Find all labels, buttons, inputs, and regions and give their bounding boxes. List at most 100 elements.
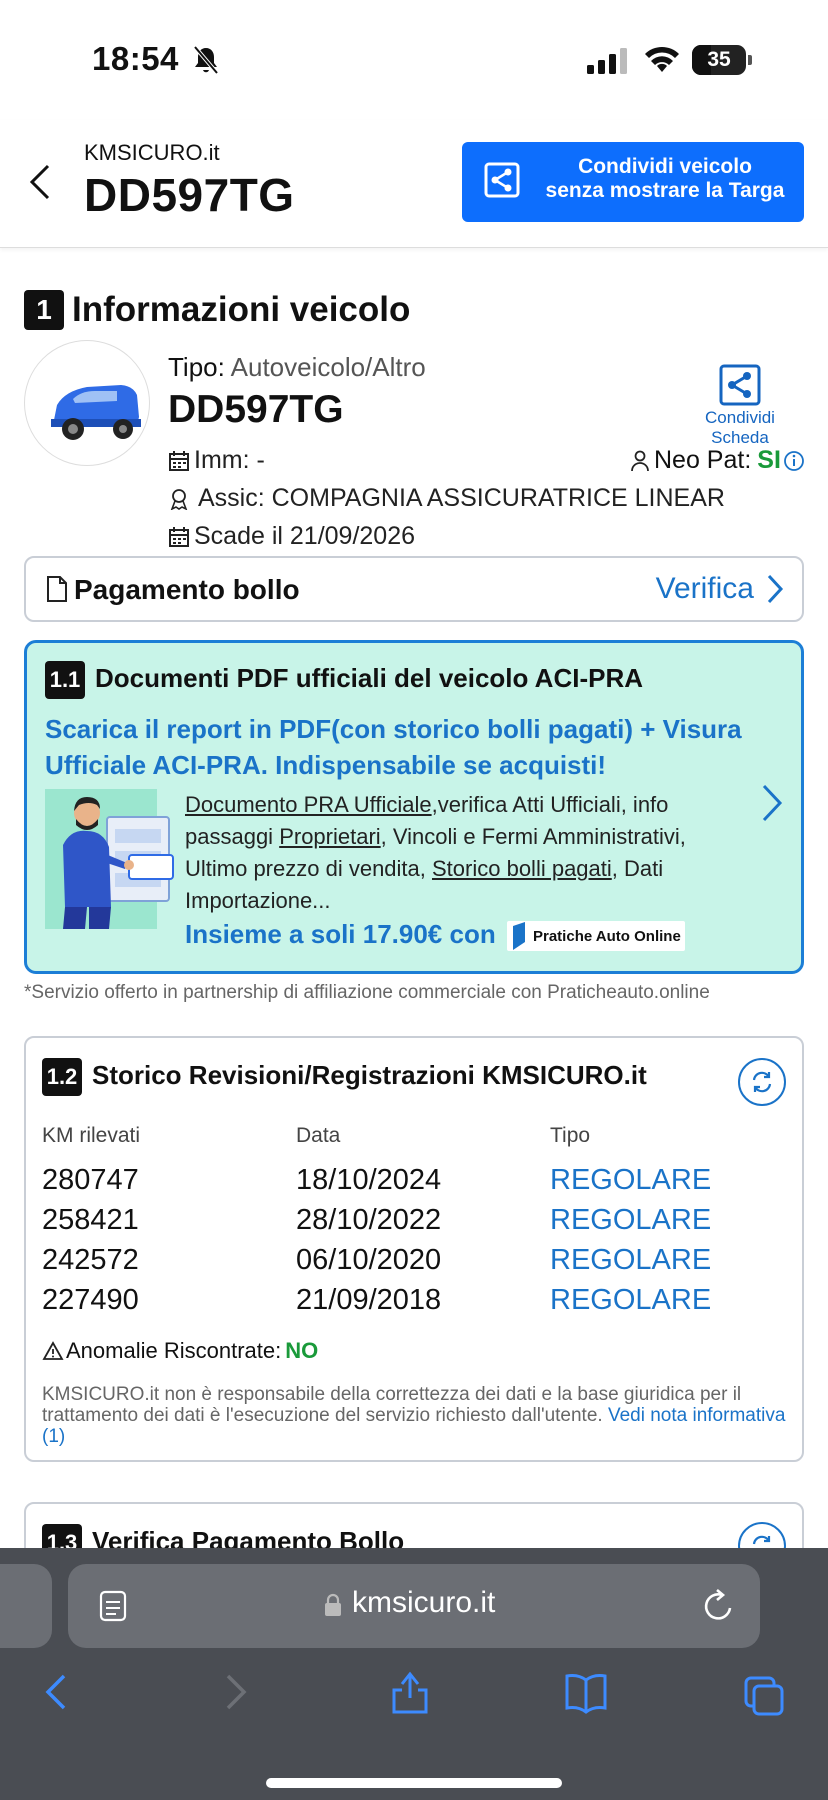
pratiche-auto-logo: Pratiche Auto Online bbox=[507, 921, 685, 951]
bollo-label: Pagamento bollo bbox=[74, 574, 300, 605]
registration-row: Imm: - bbox=[168, 446, 265, 475]
neopat-label: Neo Pat: bbox=[654, 446, 752, 474]
share-vehicle-line1: Condividi veicolo bbox=[578, 155, 752, 178]
refresh-icon bbox=[752, 1071, 772, 1093]
chevron-right-icon[interactable] bbox=[761, 783, 783, 823]
partner-note: *Servizio offerto in partnership di affi… bbox=[24, 982, 710, 1003]
bell-off-icon bbox=[193, 45, 219, 75]
car-icon bbox=[51, 385, 141, 440]
km-cell: 242572 bbox=[42, 1244, 139, 1276]
bollo-payment-row[interactable]: Pagamento bollo Verifica bbox=[24, 556, 804, 622]
registration-text: Imm: - bbox=[194, 446, 265, 474]
car-avatar bbox=[24, 340, 150, 466]
km-cell: 280747 bbox=[42, 1164, 139, 1196]
type-cell: REGOLARE bbox=[550, 1244, 712, 1276]
reload-icon[interactable] bbox=[702, 1588, 736, 1624]
section-title-text: Informazioni veicolo bbox=[72, 290, 411, 329]
pratiche-logo-mark-icon bbox=[513, 922, 525, 950]
section-number-badge: 1.1 bbox=[45, 661, 85, 699]
share-card-button[interactable]: Condividi Scheda bbox=[676, 364, 804, 448]
disclaimer: KMSICURO.it non è responsabile della cor… bbox=[42, 1384, 792, 1447]
warning-icon bbox=[42, 1341, 64, 1360]
verify-link[interactable]: Verifica bbox=[656, 572, 784, 606]
date-cell: 28/10/2022 bbox=[296, 1204, 442, 1236]
calendar-icon bbox=[169, 450, 189, 471]
pdf-price-text: Insieme a soli 17.90€ con bbox=[185, 919, 496, 949]
section-vehicle-info-title: 1 Informazioni veicolo bbox=[24, 290, 410, 330]
forward-icon[interactable] bbox=[212, 1668, 256, 1716]
bollo-history-link[interactable]: Storico bolli pagati bbox=[432, 856, 612, 881]
pra-document-link[interactable]: Documento PRA Ufficiale bbox=[185, 792, 432, 817]
insurance-text: Assic: COMPAGNIA ASSICURATRICE LINEAR bbox=[198, 484, 725, 512]
battery-indicator: 35 bbox=[692, 45, 752, 75]
home-indicator bbox=[266, 1778, 562, 1788]
browser-toolbar: kmsicuro.it bbox=[0, 1548, 828, 1800]
revision-history-card: 1.2 Storico Revisioni/Registrazioni KMSI… bbox=[24, 1036, 804, 1462]
column-header-type: Tipo bbox=[550, 1124, 591, 1147]
share-vehicle-line2: senza mostrare la Targa bbox=[545, 179, 785, 202]
vehicle-type-value: Autoveicolo/Altro bbox=[230, 352, 426, 382]
share-icon[interactable] bbox=[388, 1668, 432, 1716]
previous-tab-peek[interactable] bbox=[0, 1564, 52, 1648]
pdf-card-subtitle: Scarica il report in PDF(con storico bol… bbox=[45, 714, 742, 780]
neopat-row: Neo Pat: SI bbox=[630, 446, 805, 475]
header-plate: DD597TG bbox=[84, 169, 295, 221]
anomalies-row: Anomalie Riscontrate: NO bbox=[42, 1338, 318, 1364]
neopat-value: SI bbox=[757, 446, 781, 474]
table-row: 242572 06/10/2020 REGOLARE bbox=[26, 1244, 806, 1284]
battery-cap bbox=[748, 55, 752, 65]
section-number-badge: 1 bbox=[24, 290, 64, 330]
pratiche-logo-text: Pratiche Auto Online bbox=[533, 927, 681, 945]
owners-link[interactable]: Proprietari bbox=[279, 824, 380, 849]
table-row: 227490 21/09/2018 REGOLARE bbox=[26, 1284, 806, 1324]
battery-level: 35 bbox=[707, 48, 731, 71]
bookmarks-icon[interactable] bbox=[564, 1668, 608, 1716]
table-row: 258421 28/10/2022 REGOLARE bbox=[26, 1204, 806, 1244]
info-icon[interactable] bbox=[783, 450, 805, 472]
type-cell: REGOLARE bbox=[550, 1284, 712, 1316]
vehicle-plate: DD597TG bbox=[168, 388, 344, 431]
signal-icon bbox=[587, 48, 627, 74]
km-cell: 258421 bbox=[42, 1204, 139, 1236]
revision-history-title: Storico Revisioni/Registrazioni KMSICURO… bbox=[92, 1060, 647, 1090]
battery-body: 35 bbox=[692, 45, 746, 75]
pdf-documents-card[interactable]: 1.1 Documenti PDF ufficiali del veicolo … bbox=[24, 640, 804, 974]
share-card-label: Condividi Scheda bbox=[705, 408, 775, 447]
user-icon bbox=[631, 450, 649, 471]
share-vehicle-button[interactable]: Condividi veicolo senza mostrare la Targ… bbox=[462, 142, 804, 222]
vehicle-type-label: Tipo: bbox=[168, 352, 225, 382]
wifi-icon bbox=[645, 46, 679, 72]
column-header-km: KM rilevati bbox=[42, 1124, 141, 1147]
column-header-date: Data bbox=[296, 1124, 341, 1147]
table-row: 280747 18/10/2024 REGOLARE bbox=[26, 1164, 806, 1204]
header-site-name: KMSICURO.it bbox=[84, 140, 220, 165]
back-icon[interactable] bbox=[36, 1668, 80, 1716]
back-chevron-icon[interactable] bbox=[28, 162, 52, 202]
anomalies-label: Anomalie Riscontrate: bbox=[66, 1338, 282, 1363]
expiry-row: Scade il 21/09/2026 bbox=[168, 522, 415, 551]
expiry-text: Scade il 21/09/2026 bbox=[194, 522, 416, 550]
app-header: KMSICURO.it DD597TG Condividi veicolo se… bbox=[0, 120, 828, 248]
km-cell: 227490 bbox=[42, 1284, 139, 1316]
calendar-icon bbox=[169, 526, 189, 547]
vehicle-type: Tipo: Autoveicolo/Altro bbox=[168, 352, 426, 383]
share-vehicle-label: Condividi veicolo senza mostrare la Targ… bbox=[534, 155, 796, 203]
tabs-icon[interactable] bbox=[742, 1668, 786, 1716]
anomalies-value: NO bbox=[285, 1338, 319, 1363]
share-icon bbox=[719, 364, 761, 406]
mechanic-illustration bbox=[45, 789, 174, 929]
chevron-right-icon bbox=[767, 574, 784, 604]
date-cell: 18/10/2024 bbox=[296, 1164, 442, 1196]
award-icon bbox=[170, 488, 188, 510]
pdf-card-title: Documenti PDF ufficiali del veicolo ACI-… bbox=[95, 663, 643, 693]
section-number-badge: 1.2 bbox=[42, 1058, 82, 1096]
address-bar[interactable]: kmsicuro.it bbox=[68, 1564, 760, 1648]
status-time: 18:54 bbox=[92, 40, 179, 77]
refresh-button[interactable] bbox=[738, 1058, 786, 1106]
date-cell: 06/10/2020 bbox=[296, 1244, 442, 1276]
url-text: kmsicuro.it bbox=[352, 1586, 496, 1619]
reader-mode-icon[interactable] bbox=[98, 1590, 128, 1622]
lock-icon bbox=[325, 1593, 341, 1616]
insurance-row: Assic: COMPAGNIA ASSICURATRICE LINEAR bbox=[168, 484, 725, 513]
status-bar: 18:54 35 bbox=[0, 0, 828, 120]
